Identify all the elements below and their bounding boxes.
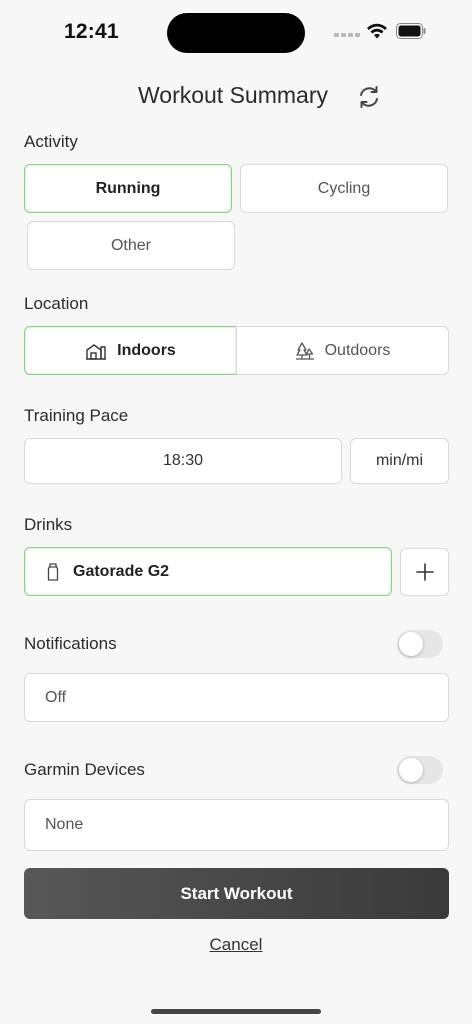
refresh-icon[interactable] bbox=[356, 84, 382, 110]
garmin-devices-value: None bbox=[45, 816, 84, 833]
location-option-label: Indoors bbox=[117, 341, 176, 359]
drink-item-label: Gatorade G2 bbox=[73, 562, 170, 580]
activity-option-label: Cycling bbox=[317, 179, 371, 197]
garmin-devices-label: Garmin Devices bbox=[24, 760, 145, 779]
wifi-icon bbox=[367, 23, 387, 39]
activity-option-running[interactable]: Running bbox=[24, 164, 232, 213]
location-option-label: Outdoors bbox=[324, 341, 391, 359]
notifications-field[interactable]: Off bbox=[24, 673, 449, 722]
pace-unit-text: min/mi bbox=[375, 452, 424, 469]
plus-icon bbox=[415, 563, 434, 581]
toggle-knob bbox=[399, 632, 423, 656]
bottle-icon bbox=[47, 562, 59, 581]
indoors-building-icon bbox=[86, 343, 107, 360]
activity-label: Activity bbox=[24, 132, 78, 151]
activity-option-label: Running bbox=[95, 179, 161, 197]
training-pace-label: Training Pace bbox=[24, 406, 129, 425]
start-workout-label: Start Workout bbox=[180, 883, 293, 903]
cancel-link[interactable]: Cancel bbox=[0, 935, 472, 955]
pace-unit-selector[interactable]: min/mi bbox=[350, 438, 449, 484]
battery-icon bbox=[396, 23, 426, 39]
notifications-label: Notifications bbox=[24, 634, 117, 653]
garmin-devices-toggle[interactable] bbox=[397, 756, 443, 784]
drink-item-gatorade[interactable]: Gatorade G2 bbox=[24, 547, 392, 596]
location-option-outdoors[interactable]: Outdoors bbox=[236, 326, 449, 375]
page-title: Workout Summary bbox=[137, 82, 328, 108]
toggle-knob bbox=[399, 758, 423, 782]
notifications-value: Off bbox=[45, 688, 67, 706]
drinks-label: Drinks bbox=[24, 515, 73, 534]
location-option-indoors[interactable]: Indoors bbox=[24, 326, 237, 375]
status-time: 12:41 bbox=[64, 20, 119, 43]
dynamic-island bbox=[167, 13, 305, 53]
pace-value-text: 18:30 bbox=[162, 452, 204, 469]
activity-option-other[interactable]: Other bbox=[27, 221, 235, 270]
cancel-label: Cancel bbox=[209, 935, 263, 954]
location-label: Location bbox=[24, 294, 89, 313]
activity-option-label: Other bbox=[110, 236, 151, 254]
start-workout-button[interactable]: Start Workout bbox=[24, 868, 449, 919]
add-drink-button[interactable] bbox=[400, 548, 449, 596]
activity-option-cycling[interactable]: Cycling bbox=[240, 164, 448, 213]
garmin-devices-field[interactable]: None bbox=[24, 799, 449, 851]
pace-value-input[interactable]: 18:30 bbox=[24, 438, 342, 484]
notifications-toggle[interactable] bbox=[397, 630, 443, 658]
home-indicator[interactable] bbox=[151, 1009, 321, 1014]
outdoors-trees-icon bbox=[295, 341, 314, 360]
cellular-signal-icon bbox=[334, 33, 360, 39]
